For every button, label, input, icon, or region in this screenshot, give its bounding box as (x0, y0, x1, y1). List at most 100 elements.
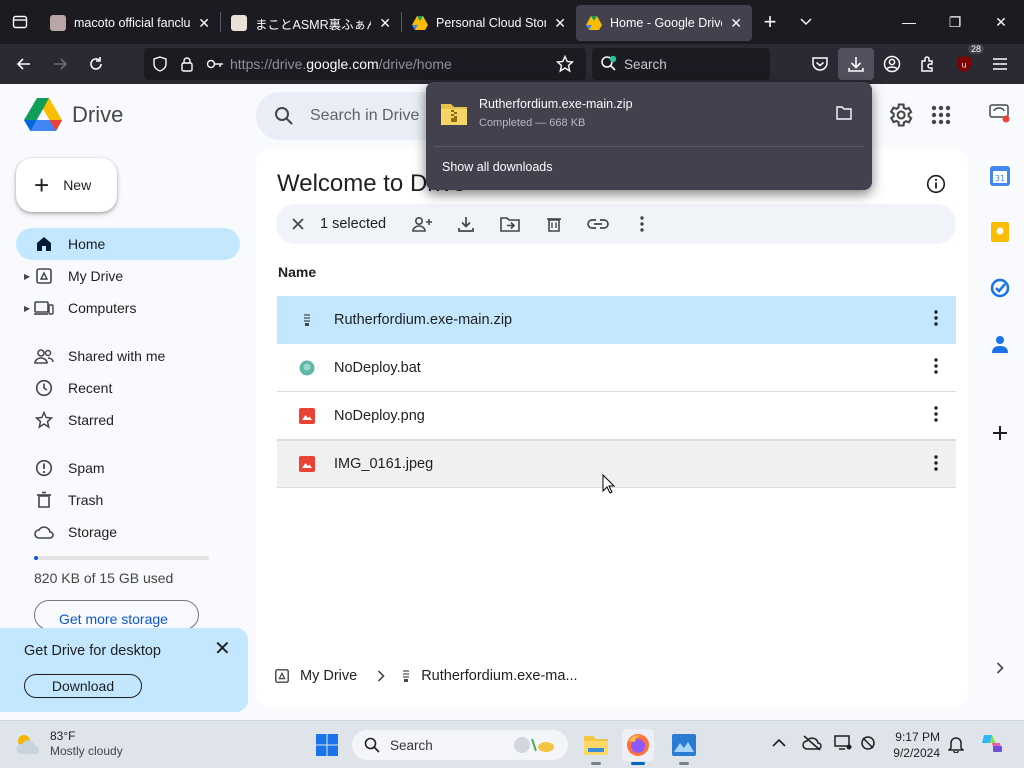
sidebar-item-my-drive[interactable]: ▶ My Drive (16, 260, 240, 292)
notifications-bell-icon[interactable] (947, 735, 965, 758)
extension-blocker-button[interactable]: u 28 (946, 44, 984, 80)
share-button[interactable] (400, 204, 444, 244)
sidebar-item-starred[interactable]: Starred (16, 404, 240, 436)
extension-badge: 28 (967, 44, 984, 54)
column-header-name[interactable]: Name (278, 264, 316, 280)
bookmark-star-icon[interactable] (556, 55, 574, 73)
show-in-folder-button[interactable] (836, 106, 852, 125)
drive-logo[interactable]: Drive (24, 98, 123, 132)
more-vert-icon[interactable] (934, 310, 938, 330)
tab-asmr[interactable]: まことASMR裏ふぁんく ✕ (221, 5, 401, 41)
tab-personal-cloud[interactable]: Personal Cloud Storage ✕ (402, 5, 576, 41)
extensions-button[interactable] (910, 48, 946, 80)
reload-button[interactable] (78, 48, 114, 80)
tray-network-icon[interactable] (860, 735, 878, 756)
close-icon[interactable]: ✕ (730, 15, 742, 32)
more-vert-icon[interactable] (934, 406, 938, 426)
home-icon (34, 234, 54, 254)
tab-fanclub[interactable]: macoto official fanclub ✕ (40, 5, 220, 41)
download-button[interactable] (444, 204, 488, 244)
move-button[interactable] (488, 204, 532, 244)
downloads-button[interactable] (838, 48, 874, 80)
my-drive-icon (275, 669, 289, 683)
url-bar[interactable]: https://drive.google.com/drive/home (144, 48, 586, 80)
list-all-tabs-button[interactable] (788, 13, 824, 31)
weather-widget[interactable]: 83°F Mostly cloudy (14, 729, 123, 759)
file-row[interactable]: Rutherfordium.exe-main.zip (277, 296, 956, 344)
clear-selection-button[interactable] (276, 204, 320, 244)
tasks-icon[interactable] (986, 274, 1014, 302)
close-icon[interactable]: ✕ (198, 15, 210, 32)
folder-icon (584, 736, 608, 755)
collapse-panel-icon[interactable] (986, 654, 1014, 682)
settings-gear-button[interactable] (886, 101, 914, 134)
more-actions-button[interactable] (620, 204, 664, 244)
download-file-name[interactable]: Rutherfordium.exe-main.zip (479, 97, 633, 111)
file-row[interactable]: IMG_0161.jpeg (277, 440, 956, 488)
sidebar-item-recent[interactable]: Recent (16, 372, 240, 404)
account-button[interactable] (874, 48, 910, 80)
sidebar-item-computers[interactable]: ▶ Computers (16, 292, 240, 324)
close-icon[interactable]: ✕ (379, 15, 391, 32)
taskbar-file-explorer[interactable] (580, 729, 612, 765)
lock-icon (181, 57, 193, 72)
google-apps-button[interactable] (930, 104, 952, 131)
pocket-button[interactable] (802, 48, 838, 80)
delete-button[interactable] (532, 204, 576, 244)
close-icon[interactable]: ✕ (554, 15, 566, 32)
sidebar-item-storage[interactable]: Storage (16, 516, 240, 548)
file-row[interactable]: NoDeploy.png (277, 392, 956, 440)
breadcrumb-my-drive[interactable]: My Drive (300, 668, 357, 684)
tray-cloud-icon[interactable] (802, 735, 822, 756)
search-highlight-icon (514, 737, 554, 753)
expand-caret-icon[interactable]: ▶ (24, 304, 30, 313)
sidebar-item-spam[interactable]: Spam (16, 452, 240, 484)
show-all-downloads-link[interactable]: Show all downloads (442, 160, 553, 174)
copy-link-button[interactable] (576, 204, 620, 244)
file-row[interactable]: NoDeploy.bat (277, 344, 956, 392)
tab-google-drive[interactable]: Home - Google Drive ✕ (576, 5, 752, 41)
browser-search-bar[interactable]: Search (592, 48, 770, 80)
people-icon (34, 346, 54, 366)
support-icon[interactable] (986, 100, 1014, 128)
new-tab-button[interactable]: + (752, 9, 788, 35)
tray-display-icon[interactable] (834, 735, 852, 756)
taskbar-firefox[interactable] (622, 729, 654, 765)
download-status: Completed — 668 KB (479, 117, 586, 129)
back-button[interactable] (6, 48, 42, 80)
close-icon[interactable]: ✕ (214, 636, 231, 661)
show-hidden-icons-button[interactable] (772, 735, 786, 753)
new-button[interactable]: + New (16, 158, 117, 212)
expand-caret-icon[interactable]: ▶ (24, 272, 30, 281)
add-person-icon (412, 216, 433, 232)
minimize-button[interactable]: — (886, 0, 932, 44)
start-button[interactable] (311, 729, 343, 761)
cloud-icon (34, 522, 54, 542)
details-info-button[interactable] (926, 174, 946, 199)
taskbar-app[interactable] (668, 729, 700, 765)
maximize-button[interactable]: ❐ (932, 0, 978, 44)
desktop-promo-banner: Get Drive for desktop ✕ Download (0, 628, 248, 712)
sidebar-item-trash[interactable]: Trash (16, 484, 240, 516)
add-addon-icon[interactable] (986, 419, 1014, 447)
sidebar-item-shared-with-me[interactable]: Shared with me (16, 340, 240, 372)
firefox-view-button[interactable] (0, 0, 40, 44)
photos-app-icon (672, 734, 696, 756)
calendar-icon[interactable]: 31 (986, 162, 1014, 190)
contacts-icon[interactable] (986, 330, 1014, 358)
get-more-storage-button[interactable]: Get more storage (34, 600, 199, 630)
copilot-icon[interactable] (980, 731, 1004, 760)
more-vert-icon[interactable] (934, 358, 938, 378)
url-text: https://drive.google.com/drive/home (230, 56, 452, 72)
download-desktop-button[interactable]: Download (24, 674, 142, 698)
forward-button[interactable] (42, 48, 78, 80)
taskbar-search[interactable]: Search (352, 730, 568, 760)
app-menu-button[interactable] (982, 48, 1018, 80)
clock[interactable]: 9:17 PM 9/2/2024 (888, 729, 940, 761)
keep-icon[interactable] (986, 218, 1014, 246)
more-vert-icon[interactable] (934, 455, 938, 475)
sidebar-item-home[interactable]: Home (16, 228, 240, 260)
breadcrumb-current-file[interactable]: Rutherfordium.exe-ma... (421, 668, 577, 684)
browser-nav-bar: https://drive.google.com/drive/home Sear… (0, 44, 1024, 84)
close-window-button[interactable]: ✕ (978, 0, 1024, 44)
